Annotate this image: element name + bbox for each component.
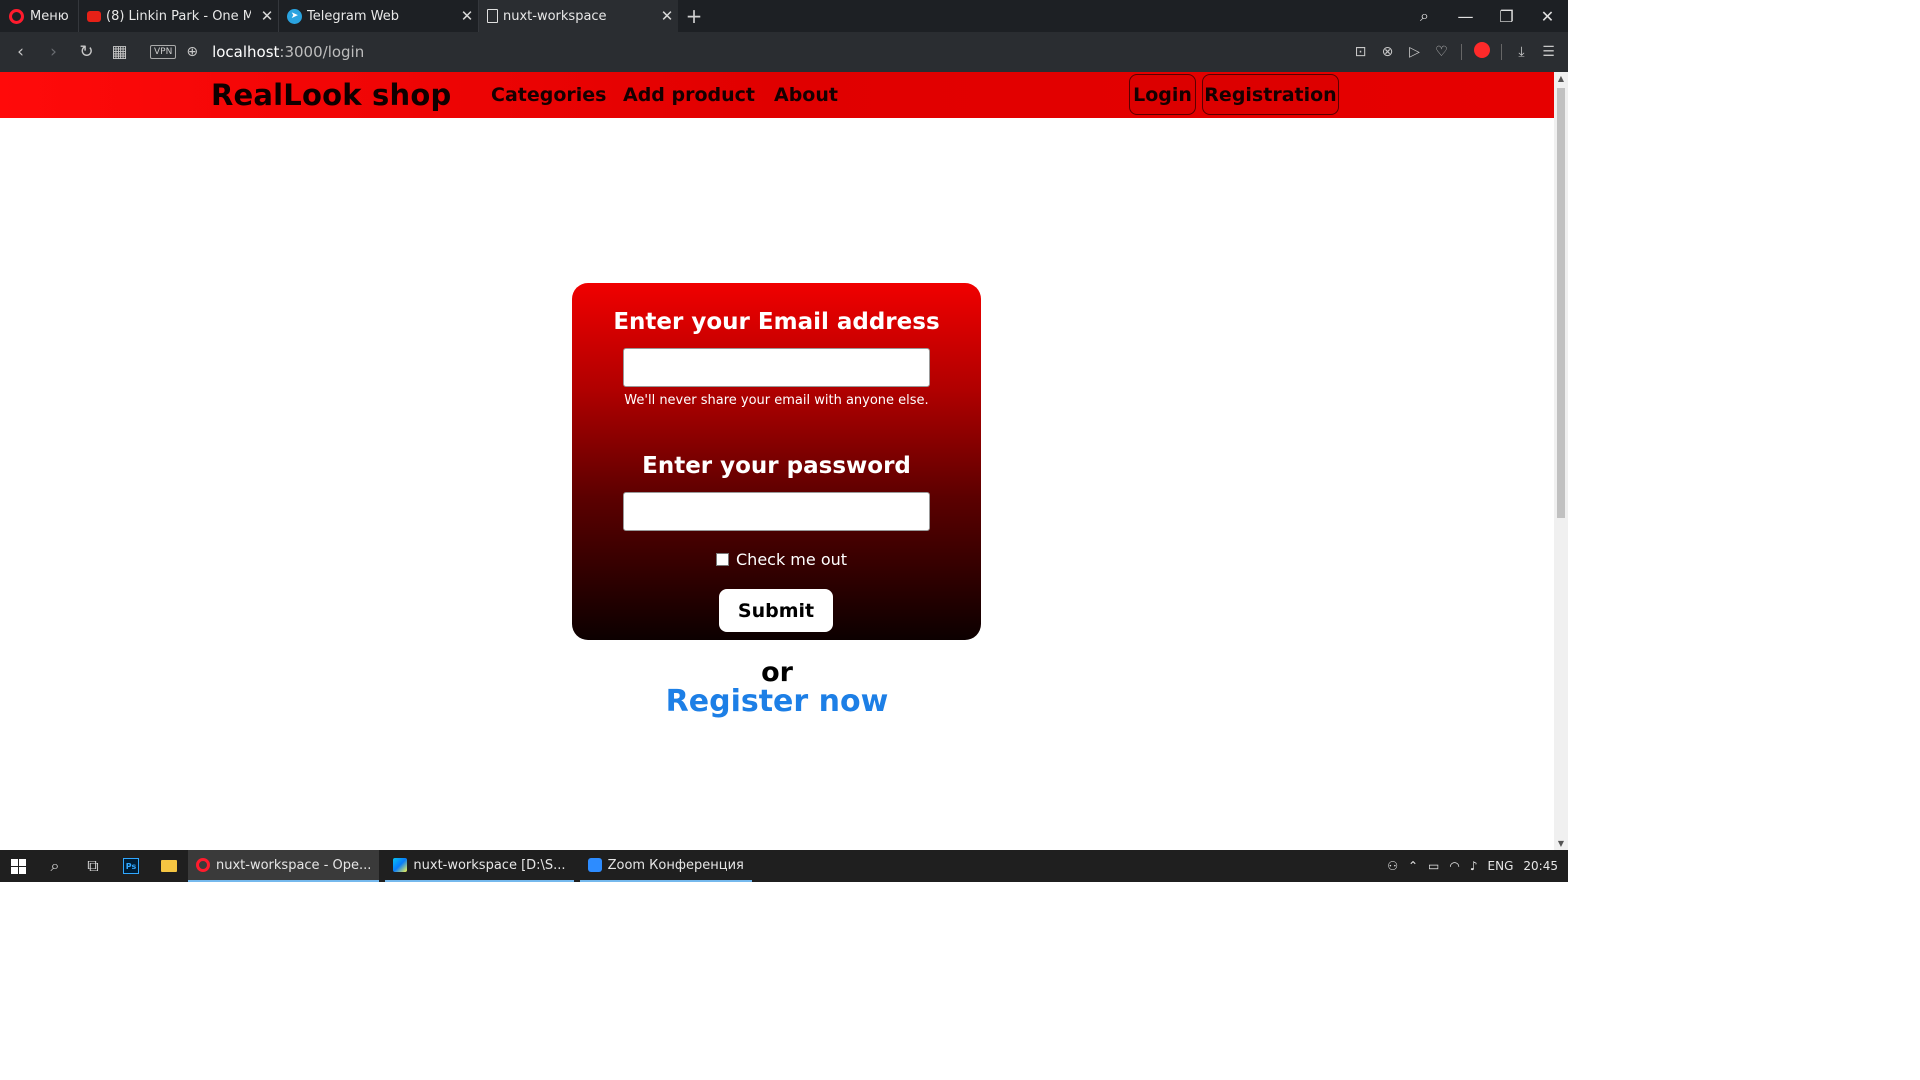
- url-field[interactable]: localhost:3000/login: [212, 43, 364, 61]
- snapshot-icon[interactable]: ⊡: [1347, 44, 1374, 60]
- toolbar-divider: [1501, 44, 1502, 60]
- minimize-icon[interactable]: —: [1445, 7, 1486, 26]
- tab-title: nuxt-workspace: [503, 8, 607, 24]
- tab-title: Telegram Web: [307, 8, 400, 24]
- scroll-up-icon[interactable]: ▲: [1554, 74, 1568, 83]
- download-icon[interactable]: ⤓: [1508, 44, 1535, 60]
- nav-add-product[interactable]: Add product: [623, 84, 755, 106]
- adblock-icon[interactable]: ⊗: [1374, 44, 1401, 60]
- send-icon[interactable]: ▷: [1401, 44, 1428, 60]
- remember-label: Check me out: [736, 550, 848, 569]
- registration-button[interactable]: Registration: [1202, 74, 1339, 115]
- youtube-icon: [87, 10, 101, 22]
- people-icon[interactable]: ⚇: [1387, 859, 1398, 873]
- remember-checkbox[interactable]: [716, 553, 729, 566]
- webstorm-icon: [393, 858, 408, 872]
- tab-telegram[interactable]: ➤ Telegram Web ✕: [278, 0, 478, 32]
- easy-setup-icon[interactable]: ☰: [1535, 44, 1562, 60]
- opera-menu-button[interactable]: Меню: [0, 0, 78, 32]
- search-tabs-icon[interactable]: ⌕: [1404, 6, 1445, 26]
- tab-title: (8) Linkin Park - One More: [106, 8, 251, 24]
- show-hidden-icons-icon[interactable]: ⌃: [1408, 859, 1418, 873]
- reload-icon[interactable]: ↻: [70, 42, 103, 62]
- scroll-thumb[interactable]: [1557, 88, 1565, 518]
- opera-logo-icon: [9, 8, 24, 24]
- site-info-icon[interactable]: ⊕: [186, 44, 198, 60]
- close-window-icon[interactable]: ✕: [1527, 7, 1568, 26]
- tab-nuxt-workspace[interactable]: nuxt-workspace ✕: [478, 0, 678, 32]
- photoshop-icon[interactable]: Ps: [112, 850, 150, 882]
- login-button[interactable]: Login: [1129, 74, 1196, 115]
- speed-dial-icon[interactable]: ▦: [103, 42, 136, 62]
- site-header: RealLook shop Categories Add product Abo…: [0, 72, 1554, 118]
- scroll-down-icon[interactable]: ▼: [1554, 839, 1568, 848]
- windows-logo-icon: [10, 858, 26, 874]
- zoom-icon: [587, 858, 602, 872]
- email-label: Enter your Email address: [613, 309, 940, 335]
- tab-linkin-park[interactable]: (8) Linkin Park - One More ✕: [78, 0, 278, 32]
- back-icon[interactable]: ‹: [4, 42, 37, 62]
- email-hint: We'll never share your email with anyone…: [624, 393, 929, 408]
- taskbar-app-label: nuxt-workspace - Ope...: [216, 857, 372, 873]
- extension-icon[interactable]: [1468, 42, 1495, 62]
- taskbar-app-webstorm[interactable]: nuxt-workspace [D:\S...: [385, 850, 574, 882]
- close-tab-icon[interactable]: ✕: [656, 7, 678, 25]
- heart-icon[interactable]: ♡: [1428, 44, 1455, 60]
- submit-button[interactable]: Submit: [719, 589, 833, 632]
- nav-about[interactable]: About: [774, 84, 838, 106]
- restore-icon[interactable]: ❐: [1486, 7, 1527, 26]
- close-tab-icon[interactable]: ✕: [456, 7, 478, 25]
- opera-icon: [196, 858, 210, 872]
- taskbar-app-label: nuxt-workspace [D:\S...: [413, 857, 566, 873]
- taskbar-app-zoom[interactable]: Zoom Конференция: [579, 850, 752, 882]
- battery-icon[interactable]: ▭: [1428, 859, 1439, 873]
- task-view-icon[interactable]: ⧉: [74, 850, 112, 882]
- register-now-link[interactable]: Register now: [0, 684, 1554, 719]
- document-icon: [487, 9, 498, 23]
- taskbar-app-label: Zoom Конференция: [607, 857, 744, 873]
- page-viewport: RealLook shop Categories Add product Abo…: [0, 72, 1554, 850]
- language-indicator[interactable]: ENG: [1488, 859, 1514, 873]
- clock[interactable]: 20:45: [1523, 859, 1558, 873]
- url-host: localhost: [212, 43, 280, 61]
- taskbar-app-opera[interactable]: nuxt-workspace - Ope...: [188, 850, 380, 882]
- search-icon[interactable]: ⌕: [36, 850, 74, 882]
- volume-icon[interactable]: ♪: [1470, 859, 1478, 873]
- start-button[interactable]: [0, 850, 36, 882]
- brand-logo[interactable]: RealLook shop: [211, 78, 451, 112]
- close-tab-icon[interactable]: ✕: [256, 7, 278, 25]
- remember-row[interactable]: Check me out: [716, 550, 847, 569]
- wifi-icon[interactable]: ◠: [1449, 859, 1459, 873]
- password-field[interactable]: [623, 492, 930, 531]
- email-field[interactable]: [623, 348, 930, 387]
- vpn-badge[interactable]: VPN: [150, 45, 177, 59]
- browser-tab-strip: Меню (8) Linkin Park - One More ✕ ➤ Tele…: [0, 0, 1568, 32]
- telegram-icon: ➤: [287, 8, 302, 24]
- forward-icon[interactable]: ›: [37, 42, 70, 62]
- password-label: Enter your password: [642, 453, 911, 479]
- file-explorer-icon[interactable]: [150, 850, 188, 882]
- menu-label: Меню: [30, 8, 69, 24]
- screen: Меню (8) Linkin Park - One More ✕ ➤ Tele…: [0, 0, 1568, 882]
- system-tray: ⚇ ⌃ ▭ ◠ ♪ ENG 20:45: [1387, 850, 1568, 882]
- taskbar: ⌕ ⧉ Ps nuxt-workspace - Ope... nuxt-work…: [0, 850, 1568, 882]
- url-path: :3000/login: [279, 43, 365, 61]
- address-bar: ‹ › ↻ ▦ VPN ⊕ localhost:3000/login ⊡ ⊗ ▷…: [0, 32, 1568, 72]
- page-scrollbar[interactable]: ▲ ▼: [1554, 72, 1568, 850]
- login-card: Enter your Email address We'll never sha…: [572, 283, 981, 640]
- toolbar-divider: [1461, 44, 1462, 60]
- toolbar-icons: ⊡ ⊗ ▷ ♡ ⤓ ☰: [1347, 42, 1568, 62]
- new-tab-button[interactable]: +: [678, 0, 710, 32]
- window-controls: ⌕ — ❐ ✕: [1404, 0, 1568, 32]
- nav-categories[interactable]: Categories: [491, 84, 606, 106]
